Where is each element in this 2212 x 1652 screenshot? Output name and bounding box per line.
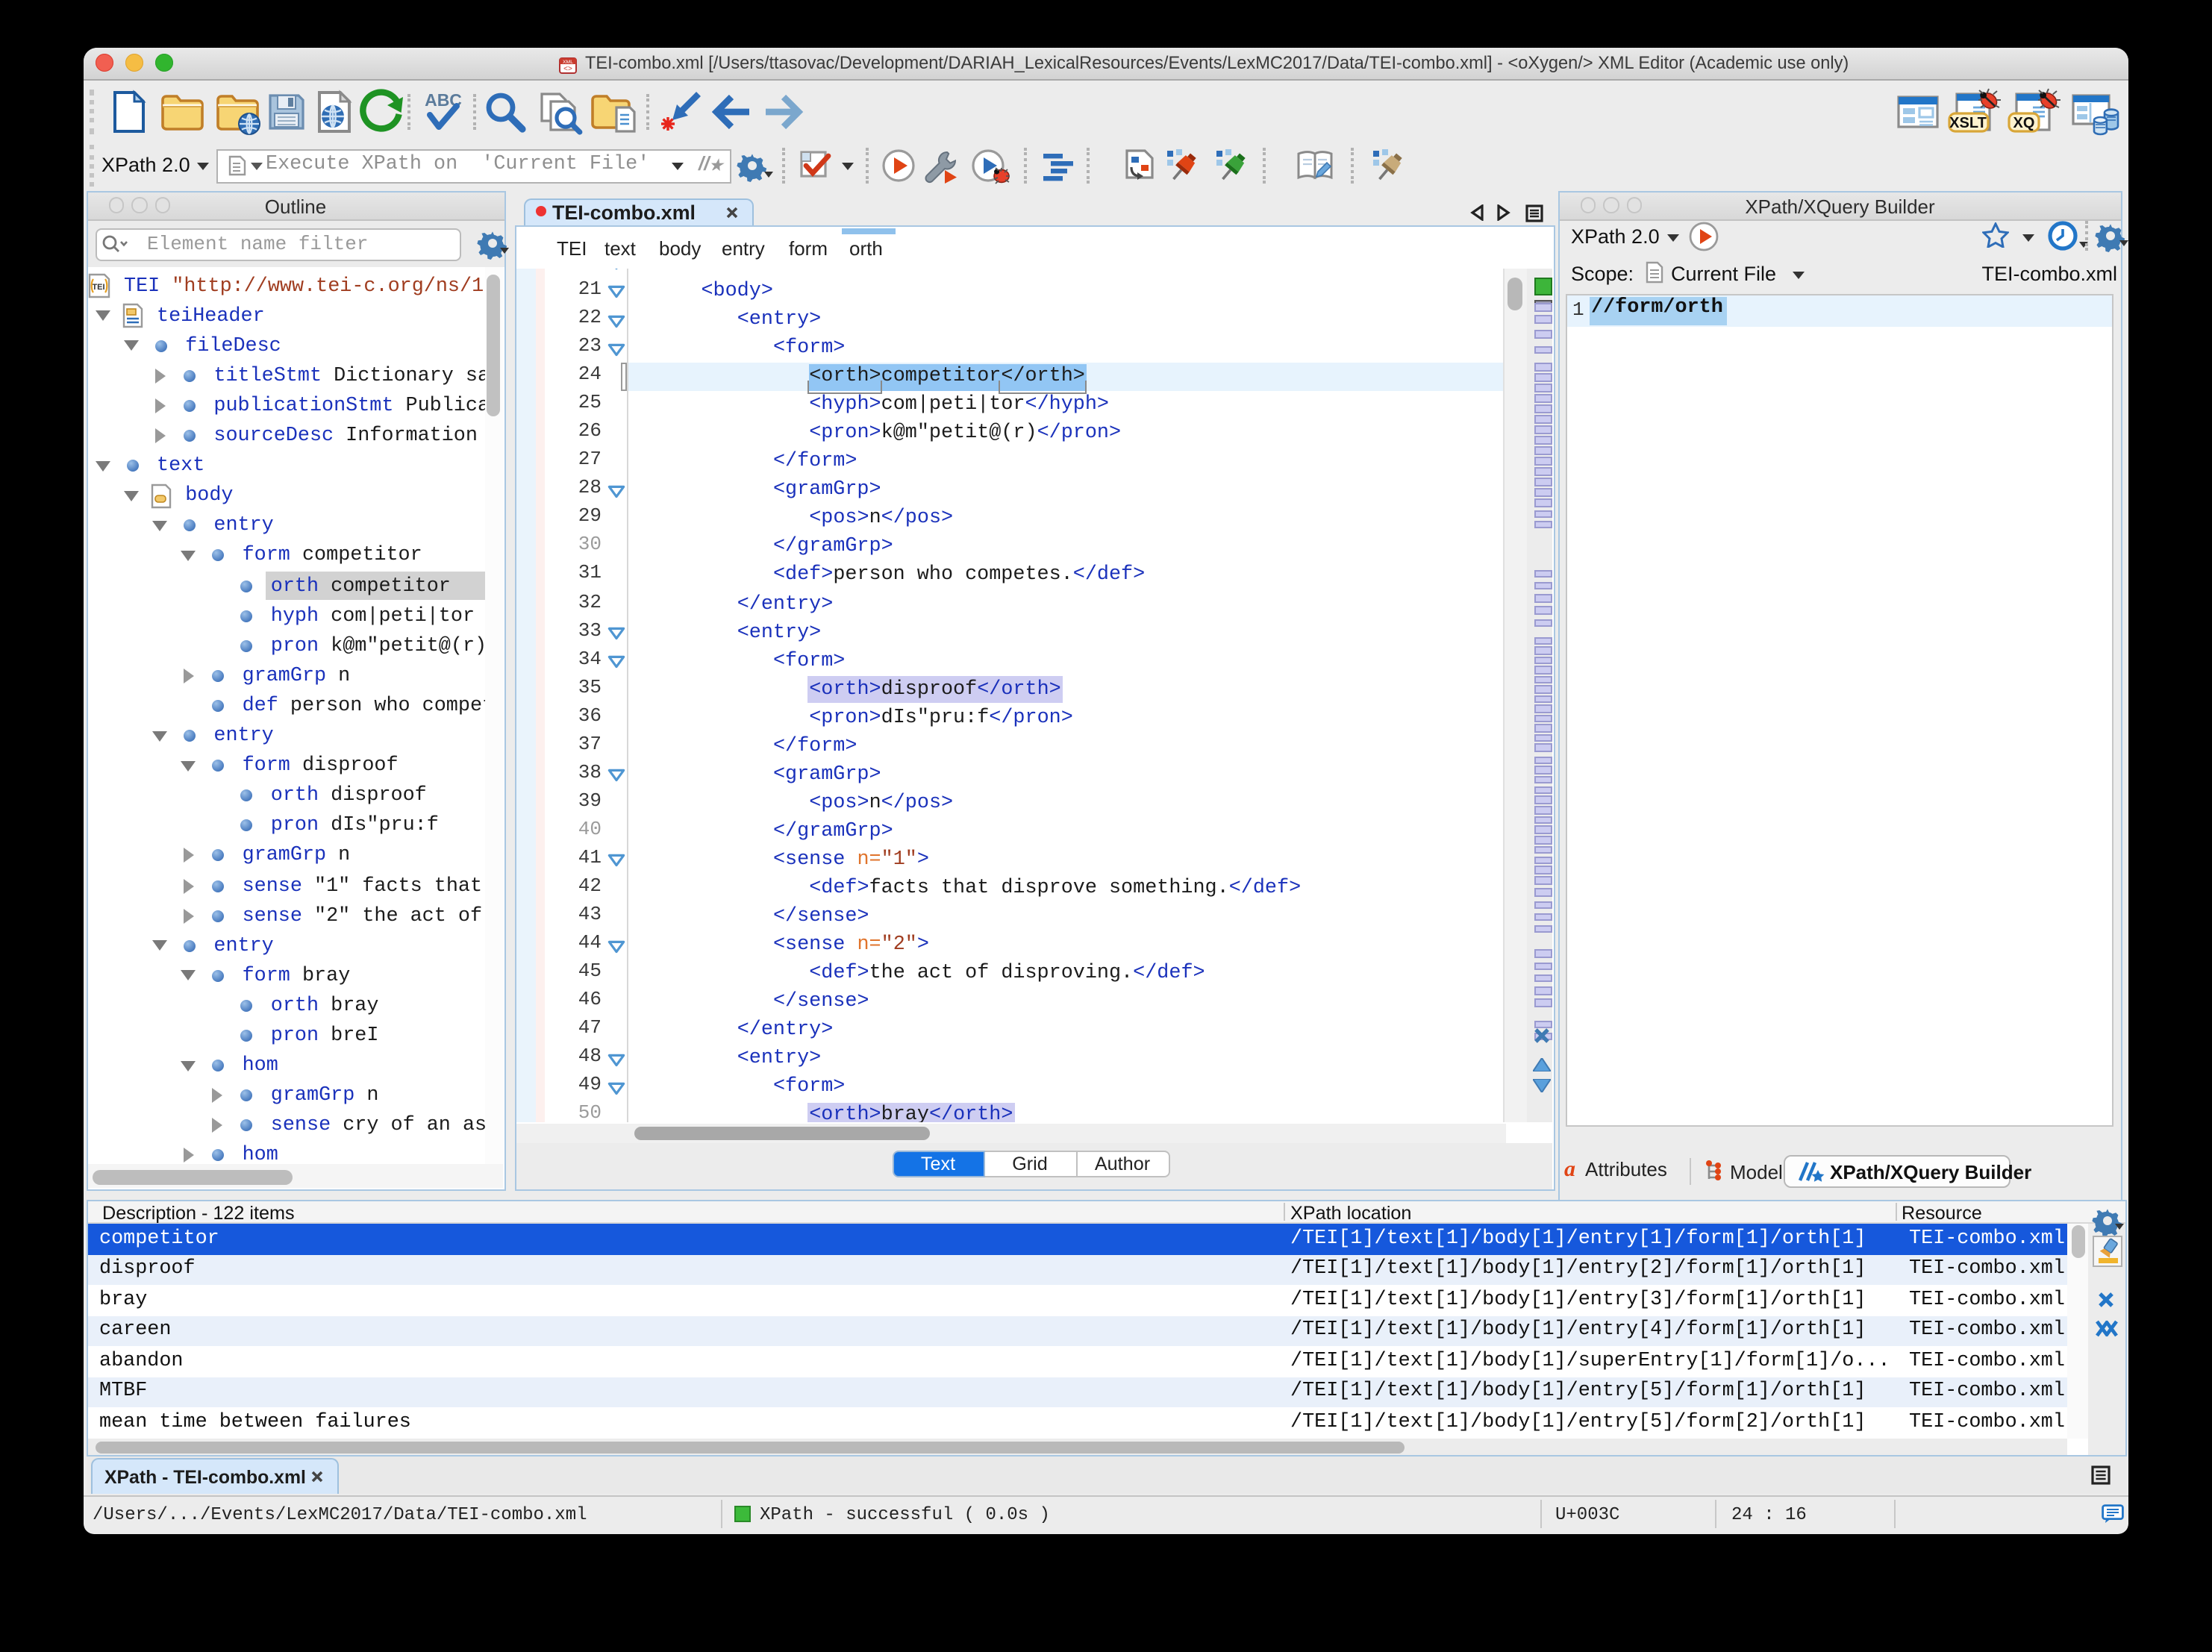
svg-text:TEI: TEI [91,283,104,292]
svg-text:XML: XML [563,59,573,64]
svg-text:XQ: XQ [2013,114,2035,131]
svg-text:XSLT: XSLT [1949,114,1987,131]
svg-text:<>: <> [563,64,572,72]
